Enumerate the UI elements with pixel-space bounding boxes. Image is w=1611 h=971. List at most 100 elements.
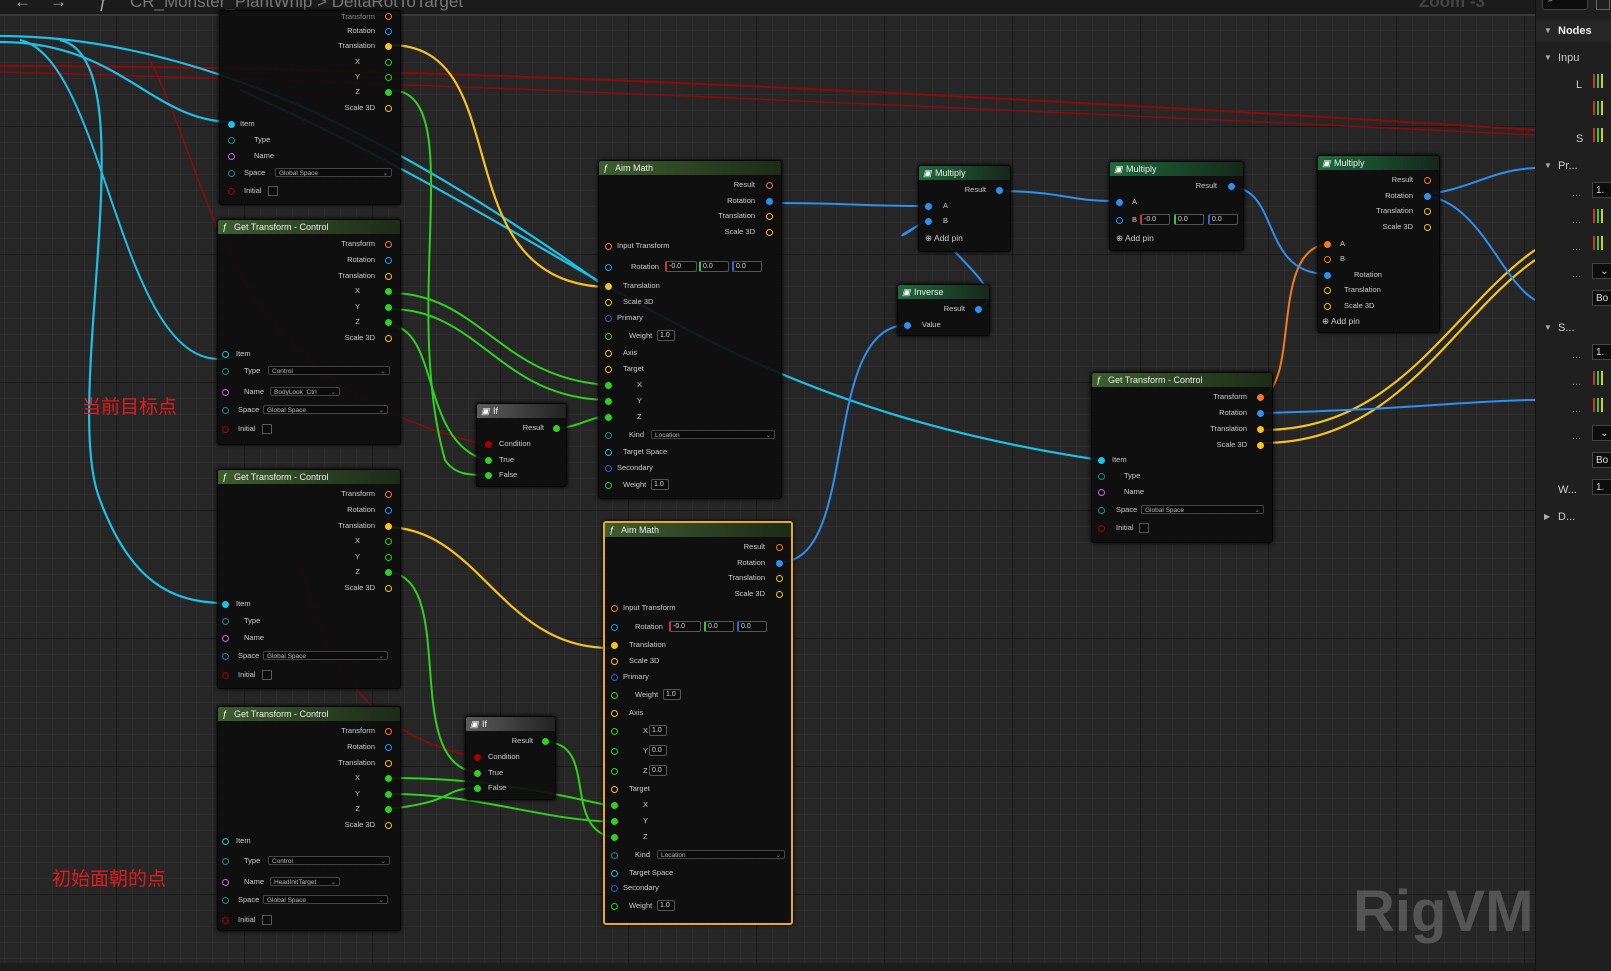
translation-pin[interactable] — [1424, 208, 1431, 215]
color-swatch[interactable] — [1593, 101, 1611, 117]
type-pin[interactable] — [222, 618, 229, 625]
add-pin-button[interactable]: ⊕ Add pin — [1322, 315, 1360, 327]
initial-checkbox[interactable] — [1139, 523, 1149, 533]
color-swatch[interactable] — [1593, 74, 1611, 90]
chevron-down-icon[interactable]: ⌄ — [1592, 425, 1611, 441]
target-z-pin[interactable] — [605, 414, 612, 421]
color-swatch[interactable] — [1593, 398, 1611, 414]
rotation-x-field[interactable]: -0.0 — [669, 621, 701, 632]
color-swatch[interactable] — [1593, 371, 1611, 387]
value-field[interactable]: 1. — [1592, 344, 1611, 360]
weight-pin[interactable] — [611, 692, 618, 699]
graph-canvas[interactable]: ← → ƒ CR_Monster_PlantWhip > DeltaRotToT… — [0, 0, 1535, 971]
type-pin[interactable] — [222, 858, 229, 865]
if-node-2[interactable]: ▣ If Result Condition True False — [465, 716, 556, 800]
space-pin[interactable] — [222, 653, 229, 660]
x-pin[interactable] — [385, 538, 392, 545]
add-pin-button[interactable]: ⊕ Add pin — [1116, 232, 1154, 244]
panel-settings-icon[interactable] — [1596, 0, 1610, 10]
target-x-pin[interactable] — [611, 802, 618, 809]
condition-pin[interactable] — [485, 441, 492, 448]
axis-y-field[interactable]: 0.0 — [649, 745, 667, 756]
scale-pin[interactable] — [1257, 442, 1264, 449]
item-pin[interactable] — [222, 351, 229, 358]
get-transform-node-1[interactable]: Transform Rotation Translation X Y Z Sca… — [219, 10, 401, 205]
result-pin[interactable] — [975, 306, 982, 313]
y-pin[interactable] — [385, 304, 392, 311]
space-pin[interactable] — [228, 170, 235, 177]
true-pin[interactable] — [485, 457, 492, 464]
input-transform-pin[interactable] — [611, 605, 618, 612]
false-pin[interactable] — [485, 472, 492, 479]
rotation-pin[interactable] — [385, 507, 392, 514]
scale-pin[interactable] — [385, 335, 392, 342]
nodes-section[interactable]: ▼ Nodes — [1536, 20, 1611, 42]
item-pin[interactable] — [1098, 457, 1105, 464]
b-y-field[interactable]: 0.0 — [1174, 214, 1204, 225]
true-pin[interactable] — [474, 770, 481, 777]
search-box[interactable]: ⌕ — [1542, 0, 1588, 10]
rotation-x-field[interactable]: -0.0 — [665, 261, 697, 272]
translation-pin[interactable] — [385, 43, 392, 50]
initial-checkbox[interactable] — [262, 915, 272, 925]
translation-pin[interactable] — [1257, 426, 1264, 433]
space-dropdown[interactable]: Global Space ⌄ — [263, 405, 388, 414]
color-swatch[interactable] — [1593, 128, 1611, 144]
result-pin[interactable] — [776, 544, 783, 551]
axis-z-field[interactable]: 0.0 — [649, 765, 667, 776]
name-dropdown[interactable]: HeadInitTarget ⌄ — [270, 877, 340, 886]
space-dropdown[interactable]: Global Space ⌄ — [275, 168, 392, 177]
type-pin[interactable] — [222, 368, 229, 375]
translation-pin[interactable] — [385, 273, 392, 280]
scale-pin[interactable] — [766, 229, 773, 236]
s-section[interactable]: ▼ S... — [1536, 317, 1611, 339]
z-pin[interactable] — [385, 569, 392, 576]
z-pin[interactable] — [385, 806, 392, 813]
axis-pin[interactable] — [611, 710, 618, 717]
result-pin[interactable] — [542, 738, 549, 745]
translation-pin[interactable] — [385, 523, 392, 530]
kind-dropdown[interactable]: Location ⌄ — [651, 430, 775, 439]
rotation-pin[interactable] — [385, 257, 392, 264]
rotation-pin[interactable] — [385, 744, 392, 751]
scale-input-pin[interactable] — [611, 658, 618, 665]
space-dropdown[interactable]: Global Space ⌄ — [263, 895, 388, 904]
a-pin[interactable] — [1116, 199, 1123, 206]
result-pin[interactable] — [996, 187, 1003, 194]
initial-checkbox[interactable] — [262, 424, 272, 434]
name-pin[interactable] — [222, 389, 229, 396]
rotation-pin[interactable] — [1257, 410, 1264, 417]
transform-pin[interactable] — [385, 728, 392, 735]
rotation-input-pin[interactable] — [611, 624, 618, 631]
translation-pin[interactable] — [385, 760, 392, 767]
x-pin[interactable] — [385, 59, 392, 66]
name-pin[interactable] — [228, 153, 235, 160]
target-space-pin[interactable] — [605, 449, 612, 456]
multiply-node-1[interactable]: ▣ Multiply Result A B ⊕ Add pin — [918, 165, 1011, 252]
result-pin[interactable] — [1424, 177, 1431, 184]
name-pin[interactable] — [222, 635, 229, 642]
inputs-section[interactable]: ▼ Inpu — [1536, 47, 1611, 69]
rotation-y-field[interactable]: 0.0 — [704, 621, 734, 632]
value-field[interactable]: 1. — [1592, 182, 1611, 198]
secondary-weight-pin[interactable] — [611, 903, 618, 910]
secondary-weight-pin[interactable] — [605, 482, 612, 489]
translation-pin[interactable] — [766, 213, 773, 220]
translation-pin[interactable] — [776, 575, 783, 582]
rotation-pin[interactable] — [776, 560, 783, 567]
weight-field[interactable]: 1.0 — [663, 689, 681, 700]
b-scale-pin[interactable] — [1324, 303, 1331, 310]
secondary-weight-field[interactable]: 1.0 — [651, 479, 669, 490]
target-space-pin[interactable] — [611, 870, 618, 877]
get-transform-node-3[interactable]: ƒ Get Transform - Control Transform Rotat… — [217, 469, 401, 689]
x-pin[interactable] — [385, 775, 392, 782]
get-transform-node-4[interactable]: ƒ Get Transform - Control Transform Rotat… — [217, 706, 401, 931]
y-pin[interactable] — [385, 791, 392, 798]
add-pin-button[interactable]: ⊕ Add pin — [925, 232, 963, 244]
target-pin[interactable] — [611, 786, 618, 793]
y-pin[interactable] — [385, 74, 392, 81]
result-pin[interactable] — [1228, 183, 1235, 190]
rotation-pin[interactable] — [766, 198, 773, 205]
rotation-y-field[interactable]: 0.0 — [699, 261, 729, 272]
result-pin[interactable] — [766, 182, 773, 189]
